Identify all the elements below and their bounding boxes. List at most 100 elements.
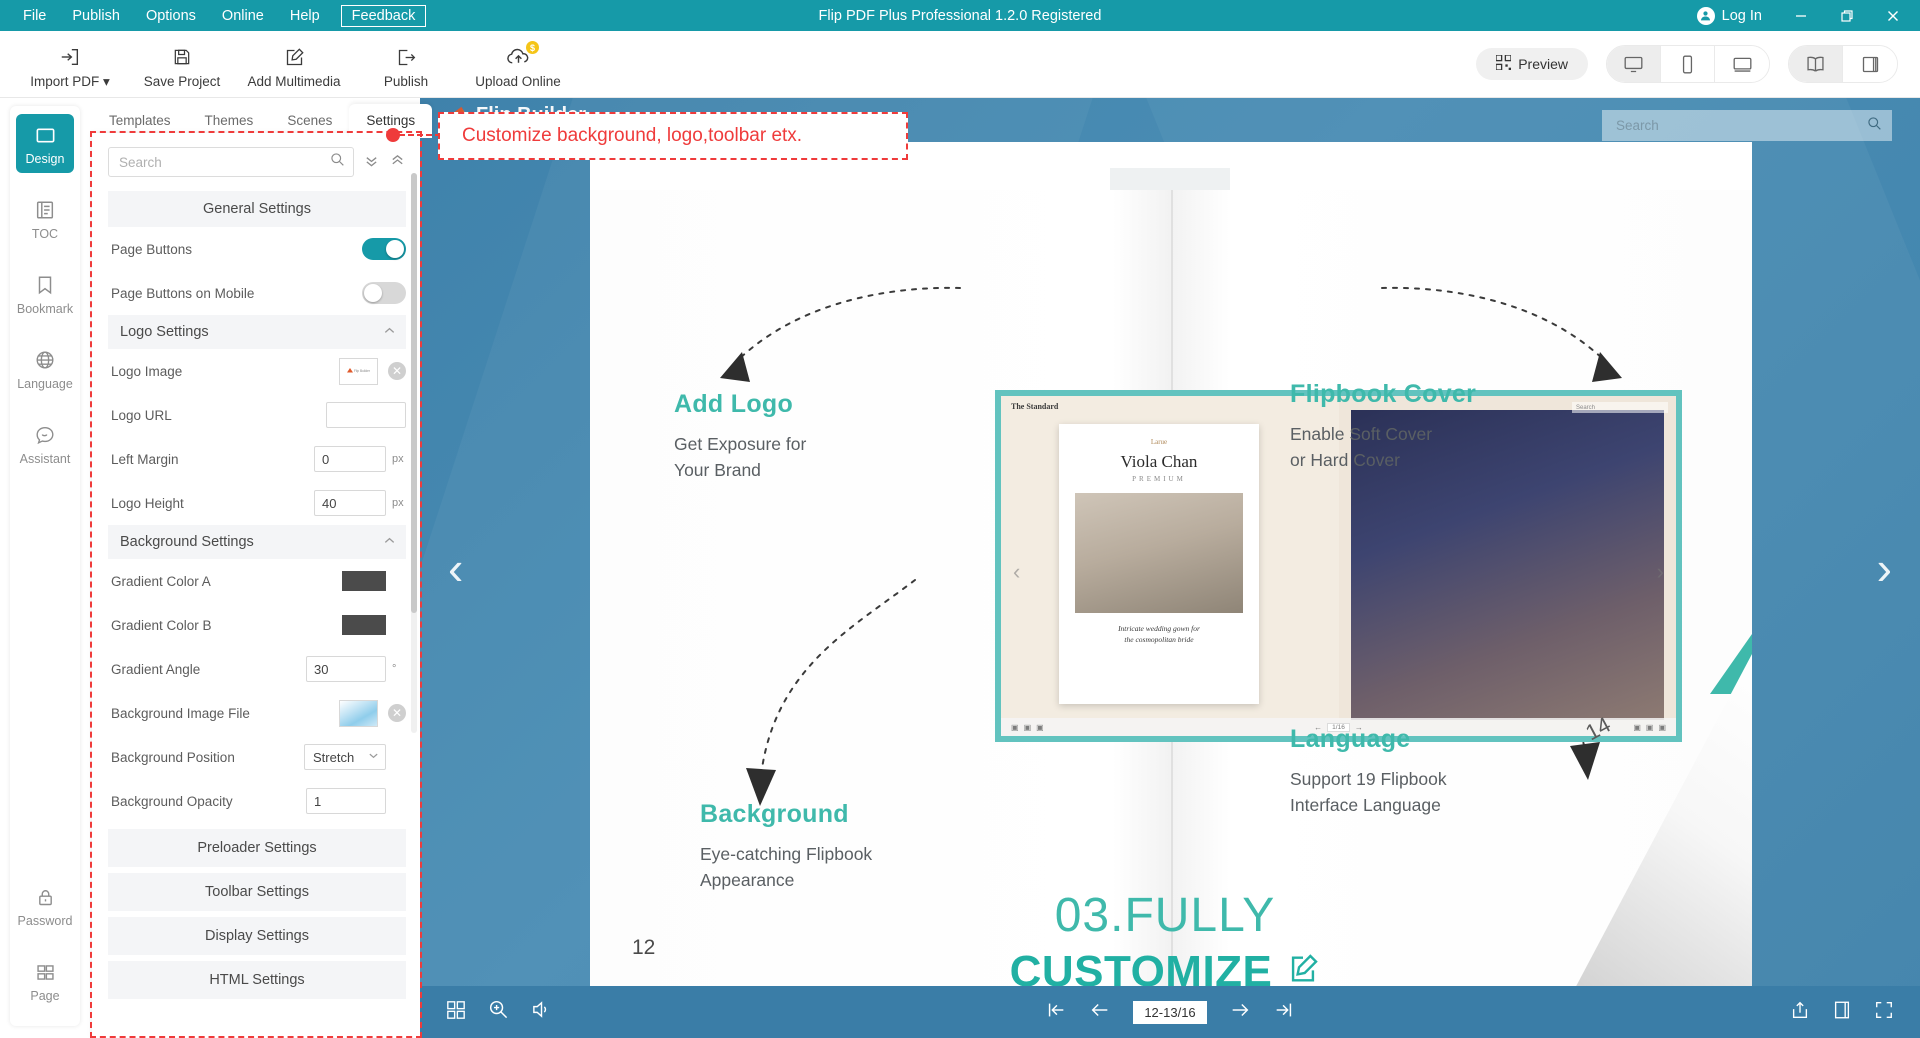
menu-online[interactable]: Online bbox=[209, 4, 277, 28]
sheet-tab bbox=[1110, 168, 1230, 190]
expand-all-button[interactable] bbox=[362, 153, 380, 171]
row-left-margin: Left Margin 0 px bbox=[92, 437, 420, 481]
ribbon-right-controls: Preview bbox=[1476, 45, 1920, 83]
import-pdf-button[interactable]: Import PDF ▾ bbox=[16, 38, 124, 90]
preloader-settings-accordion[interactable]: Preloader Settings bbox=[108, 829, 406, 867]
upload-online-button[interactable]: $ Upload Online bbox=[464, 38, 572, 89]
caption-add-logo-line1: Get Exposure for bbox=[674, 431, 806, 457]
upload-badge: $ bbox=[526, 41, 539, 54]
clear-logo-image-button[interactable]: ✕ bbox=[388, 362, 406, 380]
menu-file[interactable]: File bbox=[10, 4, 59, 28]
gradient-color-a-swatch[interactable] bbox=[342, 571, 386, 591]
caption-flipbook-cover-heading: Flipbook Cover bbox=[1290, 380, 1476, 409]
tab-themes[interactable]: Themes bbox=[188, 104, 271, 138]
single-page-button[interactable] bbox=[1843, 46, 1897, 82]
general-settings-header[interactable]: General Settings bbox=[108, 191, 406, 227]
callout-connector bbox=[399, 134, 441, 136]
preview-button[interactable]: Preview bbox=[1476, 48, 1588, 80]
next-page-icon[interactable] bbox=[1229, 999, 1251, 1026]
label-logo-image: Logo Image bbox=[111, 364, 182, 379]
sidebar-item-bookmark[interactable]: Bookmark bbox=[16, 264, 74, 323]
page-number-left: 12 bbox=[632, 936, 655, 960]
gradient-angle-input[interactable]: 30 bbox=[306, 656, 386, 682]
stage-search-input[interactable] bbox=[1616, 118, 1867, 133]
sidebar-item-password[interactable]: Password bbox=[16, 876, 74, 935]
gradient-color-b-swatch[interactable] bbox=[342, 615, 386, 635]
row-gradient-color-b: Gradient Color B bbox=[92, 603, 420, 647]
mini-tool-icon: ▣ bbox=[1011, 723, 1019, 732]
logo-height-input[interactable]: 40 bbox=[314, 490, 386, 516]
login-button[interactable]: Log In bbox=[1681, 7, 1778, 25]
tab-templates[interactable]: Templates bbox=[92, 104, 188, 138]
prev-spread-arrow[interactable]: ‹ bbox=[448, 541, 463, 595]
first-page-icon[interactable] bbox=[1045, 999, 1067, 1026]
sidebar-item-toc[interactable]: TOC bbox=[16, 189, 74, 248]
left-icon-rail: Design TOC Bookmark Language Assistant bbox=[10, 106, 80, 1026]
display-settings-accordion[interactable]: Display Settings bbox=[108, 917, 406, 955]
login-label: Log In bbox=[1722, 8, 1762, 24]
menu-options[interactable]: Options bbox=[133, 4, 209, 28]
menu-help[interactable]: Help bbox=[277, 4, 333, 28]
background-image-thumbnail[interactable] bbox=[339, 700, 378, 727]
background-settings-title: Background Settings bbox=[120, 534, 254, 550]
toggle-page-buttons-mobile[interactable] bbox=[362, 282, 406, 304]
sidebar-item-language[interactable]: Language bbox=[16, 339, 74, 398]
feedback-button[interactable]: Feedback bbox=[341, 5, 427, 27]
html-settings-accordion[interactable]: HTML Settings bbox=[108, 961, 406, 999]
device-desktop-button[interactable] bbox=[1607, 46, 1661, 82]
grid-icon bbox=[35, 960, 56, 984]
caption-add-logo-heading: Add Logo bbox=[674, 390, 806, 419]
sidebar-label-bookmark: Bookmark bbox=[17, 302, 73, 316]
toc-icon bbox=[34, 198, 56, 222]
search-input-wrapper[interactable] bbox=[108, 147, 354, 177]
next-spread-arrow[interactable]: › bbox=[1877, 541, 1892, 595]
save-project-button[interactable]: Save Project bbox=[128, 38, 236, 89]
left-margin-unit: px bbox=[392, 453, 406, 465]
menu-publish[interactable]: Publish bbox=[59, 4, 133, 28]
mini-page-left: The Standard Larue Viola Chan PREMIUM In… bbox=[1001, 396, 1339, 736]
close-button[interactable] bbox=[1870, 0, 1916, 31]
logo-image-thumbnail[interactable]: Flip Builder bbox=[339, 358, 378, 385]
preview-label: Preview bbox=[1518, 56, 1568, 72]
collapse-all-button[interactable] bbox=[388, 153, 406, 171]
view-mode-group bbox=[1788, 45, 1898, 83]
search-input[interactable] bbox=[119, 155, 330, 170]
upload-online-label: Upload Online bbox=[475, 74, 561, 89]
page-indicator[interactable]: 12-13/16 bbox=[1133, 1001, 1206, 1024]
sidebar-item-page[interactable]: Page bbox=[16, 951, 74, 1010]
background-position-select[interactable]: Stretch bbox=[304, 744, 386, 770]
stage-search-box[interactable] bbox=[1602, 110, 1892, 141]
logo-url-input[interactable] bbox=[326, 402, 406, 428]
label-gradient-color-a: Gradient Color A bbox=[111, 574, 211, 589]
add-multimedia-button[interactable]: Add Multimedia bbox=[240, 38, 348, 89]
publish-button[interactable]: Publish bbox=[352, 38, 460, 89]
background-settings-header[interactable]: Background Settings bbox=[108, 525, 406, 559]
caption-language-heading: Language bbox=[1290, 725, 1447, 754]
panel-scrollbar-thumb[interactable] bbox=[411, 173, 417, 613]
toggle-knob bbox=[386, 240, 404, 258]
toolbar-settings-accordion[interactable]: Toolbar Settings bbox=[108, 873, 406, 911]
clear-background-image-button[interactable]: ✕ bbox=[388, 704, 406, 722]
label-gradient-color-b: Gradient Color B bbox=[111, 618, 212, 633]
maximize-restore-button[interactable] bbox=[1824, 0, 1870, 31]
toggle-page-buttons[interactable] bbox=[362, 238, 406, 260]
sidebar-label-design: Design bbox=[26, 152, 65, 166]
device-tablet-button[interactable] bbox=[1715, 46, 1769, 82]
label-left-margin: Left Margin bbox=[111, 452, 179, 467]
minimize-button[interactable] bbox=[1778, 0, 1824, 31]
sidebar-item-assistant[interactable]: Assistant bbox=[16, 414, 74, 473]
last-page-icon[interactable] bbox=[1273, 999, 1295, 1026]
prev-page-icon[interactable] bbox=[1089, 999, 1111, 1026]
background-image-controls: ✕ bbox=[339, 700, 406, 727]
label-gradient-angle: Gradient Angle bbox=[111, 662, 200, 677]
double-page-button[interactable] bbox=[1789, 46, 1843, 82]
sidebar-item-design[interactable]: Design bbox=[16, 114, 74, 173]
logo-settings-header[interactable]: Logo Settings bbox=[108, 315, 406, 349]
tab-scenes[interactable]: Scenes bbox=[270, 104, 349, 138]
background-opacity-input[interactable]: 1 bbox=[306, 788, 386, 814]
left-margin-input[interactable]: 0 bbox=[314, 446, 386, 472]
mini-tool-icon: ▣ bbox=[1036, 723, 1044, 732]
device-mobile-button[interactable] bbox=[1661, 46, 1715, 82]
background-position-value: Stretch bbox=[313, 750, 354, 765]
ribbon-toolbar: Import PDF ▾ Save Project Add Multimedia… bbox=[0, 31, 1920, 98]
